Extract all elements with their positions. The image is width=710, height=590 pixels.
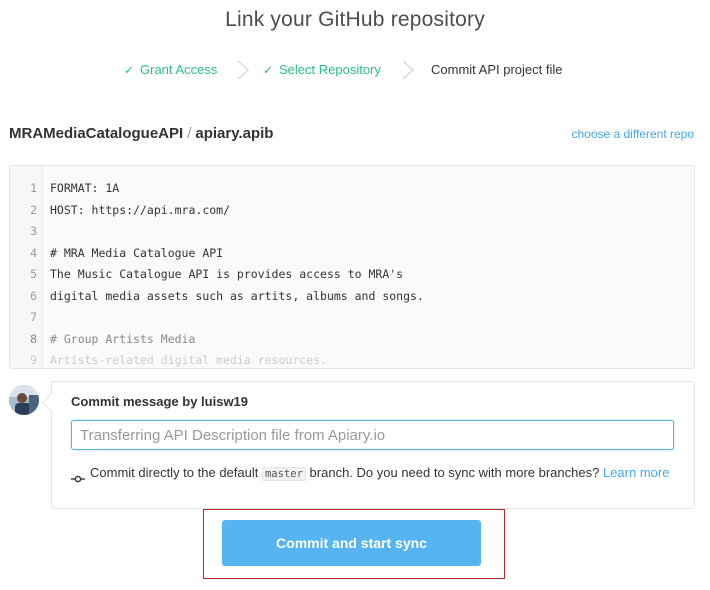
code-line: 7 [10,307,694,328]
line-text: digital media assets such as artits, alb… [50,289,424,303]
page-title: Link your GitHub repository [225,8,485,31]
code-line: 9 Artists-related digital media resources… [10,350,694,368]
commit-and-start-sync-button[interactable]: Commit and start sync [222,520,481,566]
branch-note-prefix: Commit directly to the default [90,465,259,480]
repository-path: MRAMediaCatalogueAPI / apiary.apib [9,125,273,142]
commit-message-input[interactable] [71,420,674,450]
commit-panel: Commit message by luisw19 Commit directl… [51,381,695,509]
repository-name: MRAMediaCatalogueAPI [9,125,184,142]
code-line: 3 [10,221,694,242]
path-separator: / [187,125,192,142]
progress-steps: ✓ Grant Access ✓ Select Repository Commit … [0,58,710,82]
file-name: apiary.apib [195,125,274,142]
line-number: 7 [30,310,37,324]
line-number: 5 [30,267,37,281]
chevron-right-icon [402,60,415,80]
step-select-repository: ✓ Select Repository [263,62,381,77]
line-text: FORMAT: 1A [50,181,120,195]
line-text: Artists-related digital media resources. [50,353,327,367]
chevron-right-icon [237,60,250,80]
line-text: # MRA Media Catalogue API [50,246,224,260]
line-number: 1 [30,181,37,195]
step-grant-access: ✓ Grant Access [124,62,217,77]
check-icon: ✓ [263,63,274,77]
learn-more-link[interactable]: Learn more [603,465,669,480]
step-label: Select Repository [279,62,381,77]
code-line: 4 # MRA Media Catalogue API [10,243,694,264]
line-number: 9 [30,353,37,367]
commit-icon [71,475,85,483]
code-line: 2 HOST: https://api.mra.com/ [10,200,694,221]
line-number: 3 [30,224,37,238]
choose-different-repo-link[interactable]: choose a different repo [571,127,694,141]
branch-name-tag: master [261,467,306,481]
check-icon: ✓ [124,63,135,77]
branch-note-suffix: branch. Do you need to sync with more br… [309,465,600,480]
code-line: 6 digital media assets such as artits, al… [10,286,694,307]
line-number: 6 [30,289,37,303]
code-line: 1 FORMAT: 1A [10,178,694,199]
line-number: 4 [30,246,37,260]
avatar [9,385,39,415]
step-label: Commit API project file [431,62,563,77]
code-line: 5 The Music Catalogue API is provides acc… [10,264,694,285]
line-text: # Group Artists Media [50,332,196,346]
branch-note: Commit directly to the default master br… [90,464,675,483]
commit-message-label: Commit message by luisw19 [71,394,249,409]
step-label: Grant Access [140,62,218,77]
step-commit-api-file: Commit API project file [431,62,563,77]
line-text: The Music Catalogue API is provides acce… [50,267,404,281]
line-number: 2 [30,203,37,217]
user-avatar-image [9,385,39,415]
line-number: 8 [30,332,37,346]
line-text: HOST: https://api.mra.com/ [50,203,231,217]
code-line: 8 # Group Artists Media [10,329,694,350]
code-editor[interactable]: 1 FORMAT: 1A 2 HOST: https://api.mra.com/ … [9,165,695,369]
